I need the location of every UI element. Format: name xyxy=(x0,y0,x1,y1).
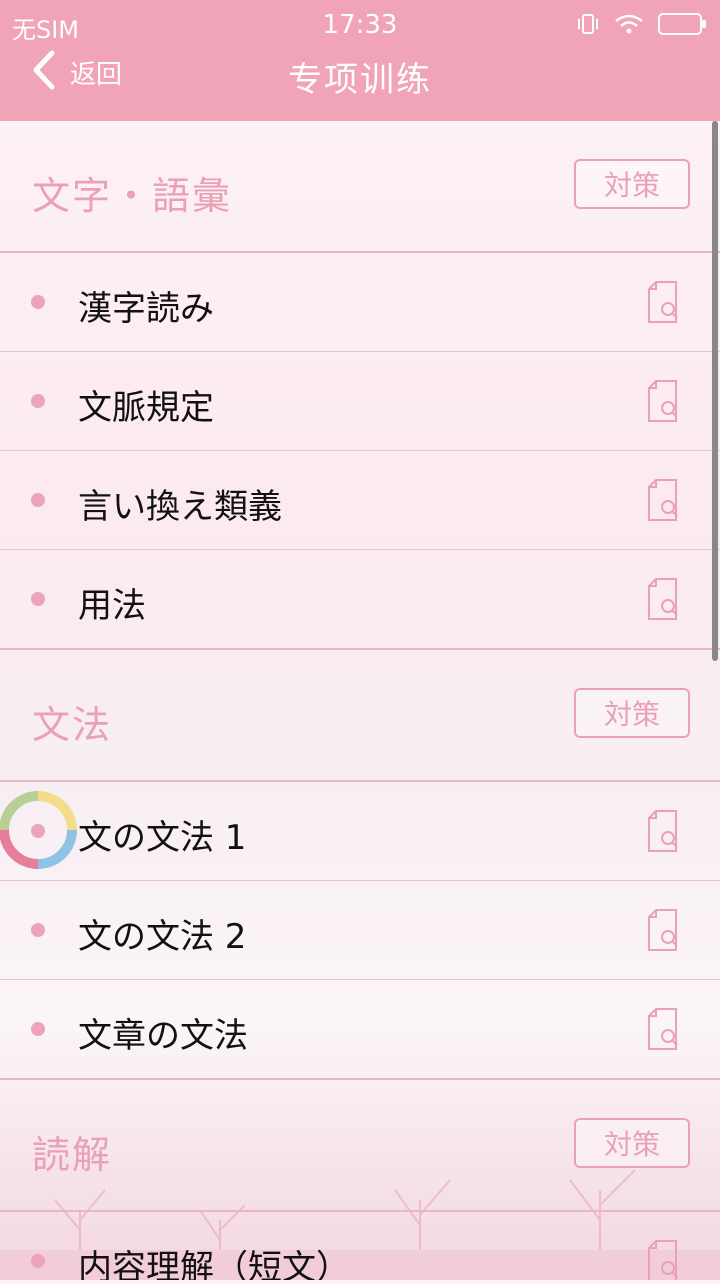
bullet-dot-icon xyxy=(31,1254,45,1268)
item-label: 内容理解（短文） xyxy=(78,1248,350,1280)
bullet-dot-icon xyxy=(31,493,45,507)
document-search-icon[interactable] xyxy=(646,909,680,951)
bullet-dot-icon xyxy=(31,1022,45,1036)
item-label: 文脈規定 xyxy=(78,388,214,428)
item-label: 文章の文法 xyxy=(78,1016,248,1056)
list-item[interactable]: 文の文法 2 xyxy=(0,881,720,980)
list-item[interactable]: 用法 xyxy=(0,550,720,650)
item-label: 用法 xyxy=(78,586,146,626)
vibrate-icon xyxy=(576,13,600,39)
scrollbar[interactable] xyxy=(712,121,718,661)
document-search-icon[interactable] xyxy=(646,578,680,620)
section-vocabulary: 文字・語彙 対策 漢字読み 文脈規定 言い換え類義 用法 xyxy=(0,121,720,650)
bullet-dot-icon xyxy=(31,923,45,937)
section-title: 読解 xyxy=(32,1133,113,1177)
item-label: 文の文法 1 xyxy=(78,818,247,858)
document-search-icon[interactable] xyxy=(646,810,680,852)
training-list: 文字・語彙 対策 漢字読み 文脈規定 言い換え類義 用法 文法 対策 文の文法 … xyxy=(0,121,720,1280)
section-title: 文字・語彙 xyxy=(32,174,233,218)
document-search-icon[interactable] xyxy=(646,1008,680,1050)
document-search-icon[interactable] xyxy=(646,281,680,323)
item-label: 言い換え類義 xyxy=(78,487,282,527)
section-header: 文字・語彙 対策 xyxy=(0,121,720,253)
wifi-icon xyxy=(614,13,644,39)
section-header: 文法 対策 xyxy=(0,650,720,782)
loading-spinner-icon xyxy=(0,788,80,872)
section-grammar: 文法 対策 文の文法 1 文の文法 2 文章の文法 xyxy=(0,650,720,1080)
battery-icon xyxy=(658,12,708,40)
list-item[interactable]: 漢字読み xyxy=(0,253,720,352)
strategy-button[interactable]: 対策 xyxy=(574,159,690,209)
list-item[interactable]: 文章の文法 xyxy=(0,980,720,1080)
navigation-bar: 无SIM 17:33 返回 专项训练 xyxy=(0,0,720,121)
strategy-button[interactable]: 対策 xyxy=(574,688,690,738)
status-icons xyxy=(576,12,708,40)
item-label: 漢字読み xyxy=(78,289,214,329)
document-search-icon[interactable] xyxy=(646,380,680,422)
list-item[interactable]: 内容理解（短文） xyxy=(0,1212,720,1280)
status-bar: 无SIM 17:33 xyxy=(0,0,720,50)
bullet-dot-icon xyxy=(31,592,45,606)
list-item[interactable]: 文脈規定 xyxy=(0,352,720,451)
document-search-icon[interactable] xyxy=(646,479,680,521)
bullet-dot-icon xyxy=(31,295,45,309)
section-header: 読解 対策 xyxy=(0,1080,720,1212)
list-item[interactable]: 言い換え類義 xyxy=(0,451,720,550)
section-reading: 読解 対策 内容理解（短文） xyxy=(0,1080,720,1280)
page-title: 专项训练 xyxy=(288,60,432,100)
list-item[interactable]: 文の文法 1 xyxy=(0,782,720,881)
item-label: 文の文法 2 xyxy=(78,917,247,957)
bullet-dot-icon xyxy=(31,394,45,408)
strategy-button[interactable]: 対策 xyxy=(574,1118,690,1168)
document-search-icon[interactable] xyxy=(646,1240,680,1280)
section-title: 文法 xyxy=(32,703,113,747)
